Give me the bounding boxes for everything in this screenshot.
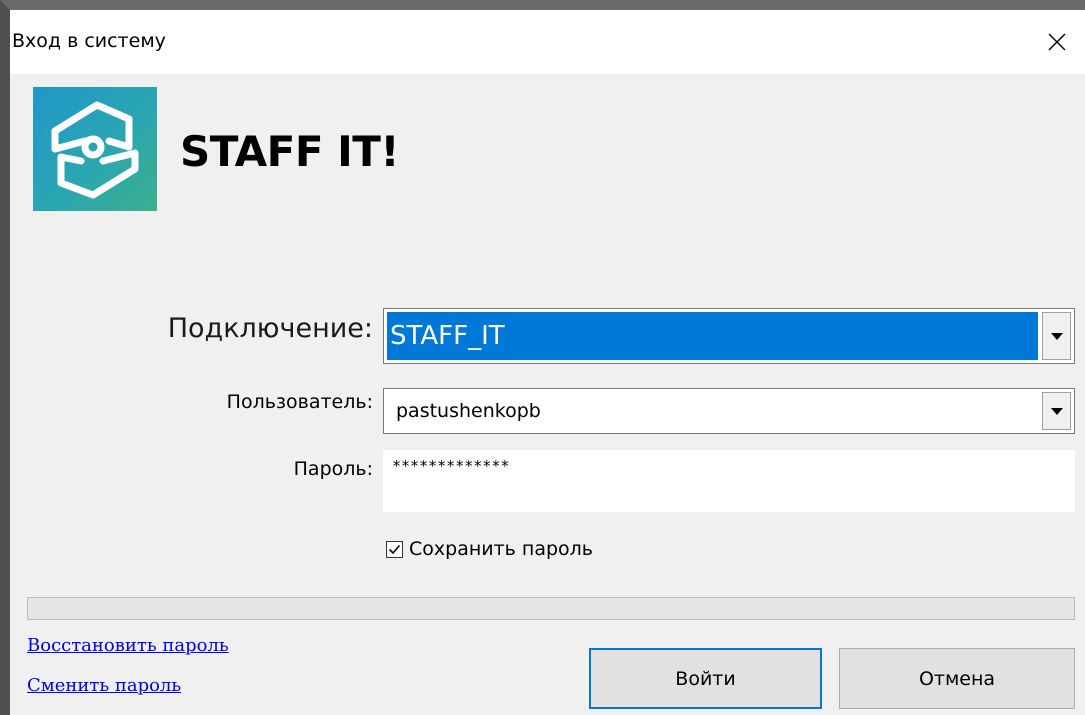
user-dropdown-button[interactable] (1042, 392, 1071, 430)
password-label: Пароль: (293, 458, 373, 480)
save-password-label: Сохранить пароль (409, 538, 594, 560)
checkbox-box[interactable] (386, 540, 403, 558)
chevron-down-icon (1050, 332, 1063, 340)
app-name: STAFF IT! (180, 127, 400, 176)
change-password-link[interactable]: Сменить пароль (27, 675, 181, 696)
password-field[interactable]: ************* (383, 450, 1075, 512)
connection-dropdown-button[interactable] (1042, 312, 1071, 360)
login-button[interactable]: Войти (589, 648, 822, 709)
save-password-checkbox[interactable]: Сохранить пароль (386, 538, 593, 560)
close-icon (1048, 33, 1066, 51)
user-value: pastushenkopb (396, 400, 541, 422)
login-window: Вход в систему STAFF IT! Подключение: ST… (0, 0, 1085, 715)
chevron-down-icon (1050, 407, 1063, 415)
user-label: Пользователь: (226, 391, 373, 413)
user-select[interactable]: pastushenkopb (383, 388, 1075, 434)
connection-select[interactable]: STAFF_IT (383, 308, 1075, 364)
staff-it-logo-icon (33, 87, 157, 211)
connection-label: Подключение: (167, 313, 373, 344)
title-bar[interactable]: Вход в систему (10, 10, 1085, 74)
checkmark-icon (388, 544, 401, 554)
progress-bar (27, 597, 1075, 620)
window-title: Вход в систему (12, 30, 166, 52)
logo-shape-icon (51, 101, 139, 199)
connection-value: STAFF_IT (387, 312, 1038, 360)
close-button[interactable] (1029, 10, 1085, 74)
restore-password-link[interactable]: Восстановить пароль (27, 635, 229, 656)
cancel-button[interactable]: Отмена (839, 648, 1075, 709)
